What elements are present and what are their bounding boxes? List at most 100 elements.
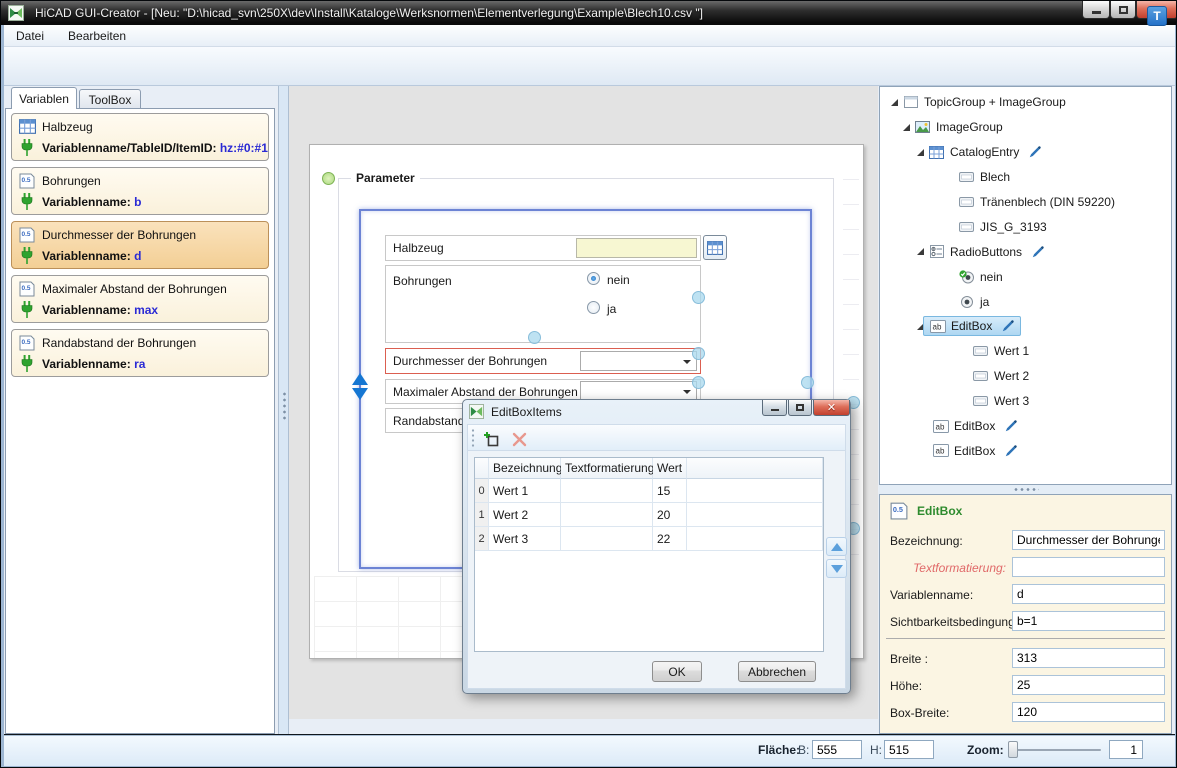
- prop-input-breite[interactable]: [1012, 648, 1165, 668]
- tree-expander-icon[interactable]: [914, 148, 926, 157]
- splitter-grip[interactable]: [1013, 487, 1039, 492]
- tree-item-wert2[interactable]: Wert 2: [880, 364, 1171, 389]
- cell-wert[interactable]: 22: [653, 527, 687, 551]
- table-row[interactable]: 2 Wert 3 22: [475, 527, 823, 551]
- prop-input-variablenname[interactable]: [1012, 584, 1165, 604]
- radio-nein[interactable]: [587, 272, 600, 285]
- tree-item-wert3[interactable]: Wert 3: [880, 389, 1171, 414]
- cell-filler: [687, 503, 823, 527]
- add-row-button[interactable]: [480, 428, 502, 450]
- selection-handle[interactable]: [692, 347, 705, 360]
- dialog-maximize-button[interactable]: [788, 400, 812, 416]
- edit-pencil-icon[interactable]: [1028, 145, 1042, 159]
- column-header-textformatierung[interactable]: Textformatierung: [561, 458, 653, 479]
- variable-card-halbzeug[interactable]: Halbzeug Variablenname/TableID/ItemID: h…: [11, 113, 269, 161]
- dialog-title-bar[interactable]: EditBoxItems: [469, 404, 562, 419]
- zoom-value-input[interactable]: [1109, 740, 1143, 759]
- items-table[interactable]: Bezeichnung Textformatierung Wert 0 Wert…: [474, 457, 824, 652]
- halbzeug-input[interactable]: [576, 238, 697, 258]
- variable-card-max-abstand[interactable]: 0.5 Maximaler Abstand der Bohrungen Vari…: [11, 275, 269, 323]
- form-row-bohrungen[interactable]: Bohrungen: [385, 265, 701, 343]
- table-row[interactable]: 1 Wert 2 20: [475, 503, 823, 527]
- tree-item-editbox-selected[interactable]: ab EditBox: [880, 314, 1171, 339]
- zoom-slider-track[interactable]: [1009, 749, 1101, 751]
- tree-item-editbox2[interactable]: ab EditBox: [880, 414, 1171, 439]
- tree-item-catalogentry[interactable]: CatalogEntry: [880, 140, 1171, 165]
- selection-handle[interactable]: [692, 376, 705, 389]
- tree-item-wert1[interactable]: Wert 1: [880, 339, 1171, 364]
- svg-text:ab: ab: [935, 447, 944, 456]
- tab-toolbox[interactable]: ToolBox: [79, 89, 141, 109]
- maximize-button[interactable]: [1110, 1, 1136, 19]
- tree-item-jis[interactable]: JIS_G_3193: [880, 214, 1171, 239]
- menu-datei[interactable]: Datei: [4, 25, 56, 46]
- durchmesser-combobox[interactable]: [580, 351, 697, 371]
- cell-textformatierung[interactable]: [561, 527, 653, 551]
- left-splitter[interactable]: [278, 86, 289, 734]
- tab-variablen[interactable]: Variablen: [11, 87, 77, 109]
- group-move-handle[interactable]: [322, 172, 335, 185]
- prop-input-hoehe[interactable]: [1012, 675, 1165, 695]
- cell-wert[interactable]: 20: [653, 503, 687, 527]
- table-row[interactable]: 0 Wert 1 15: [475, 479, 823, 503]
- tree-item-editbox3[interactable]: ab EditBox: [880, 438, 1171, 463]
- cell-bezeichnung[interactable]: Wert 2: [489, 503, 561, 527]
- variable-card-randabstand[interactable]: 0.5 Randabstand der Bohrungen Variablenn…: [11, 329, 269, 377]
- edit-pencil-icon[interactable]: [1004, 444, 1018, 458]
- tree-item-topicgroup[interactable]: TopicGroup + ImageGroup: [880, 90, 1171, 115]
- cell-textformatierung[interactable]: [561, 479, 653, 503]
- tree-item-blech[interactable]: Blech: [880, 165, 1171, 190]
- prop-input-sichtbarkeit[interactable]: [1012, 611, 1165, 631]
- selection-handle[interactable]: [692, 291, 705, 304]
- toolbar-grip[interactable]: [471, 428, 475, 448]
- menu-bearbeiten[interactable]: Bearbeiten: [56, 25, 138, 46]
- tree-item-label: EditBox: [954, 444, 995, 458]
- flaeche-b-input[interactable]: [812, 740, 862, 759]
- splitter-grip[interactable]: [282, 391, 287, 421]
- tree-item-imagegroup[interactable]: ImageGroup: [880, 115, 1171, 140]
- delete-row-button[interactable]: [508, 428, 530, 450]
- prop-input-bezeichnung[interactable]: [1012, 530, 1165, 550]
- selection-handle[interactable]: [801, 376, 814, 389]
- catalog-table-icon: [928, 146, 945, 159]
- tree-item-ja[interactable]: ja: [880, 289, 1171, 314]
- reorder-arrows[interactable]: [352, 373, 368, 400]
- dialog-minimize-button[interactable]: [762, 400, 787, 416]
- tree-item-traenenblech[interactable]: Tränenblech (DIN 59220): [880, 190, 1171, 215]
- tree-expander-icon[interactable]: [888, 98, 900, 107]
- variable-card-bohrungen[interactable]: 0.5 Bohrungen Variablenname: b: [11, 167, 269, 215]
- cancel-button[interactable]: Abbrechen: [738, 661, 816, 682]
- tree-expander-icon[interactable]: [914, 247, 926, 256]
- edit-pencil-icon[interactable]: [1004, 419, 1018, 433]
- tree-expander-icon[interactable]: [900, 123, 912, 132]
- catalog-table-button[interactable]: [703, 235, 727, 260]
- column-header-wert[interactable]: Wert: [653, 458, 687, 479]
- column-header-bezeichnung[interactable]: Bezeichnung: [489, 458, 561, 479]
- variable-card-durchmesser[interactable]: 0.5 Durchmesser der Bohrungen Variablenn…: [11, 221, 269, 269]
- prop-input-box-breite[interactable]: [1012, 702, 1165, 722]
- edit-pencil-icon[interactable]: [1001, 319, 1015, 333]
- minimize-button[interactable]: [1082, 1, 1110, 19]
- right-splitter[interactable]: [879, 485, 1172, 494]
- tree-item-radiobuttons[interactable]: RadioButtons: [880, 239, 1171, 264]
- selected-tree-item[interactable]: ab EditBox: [923, 316, 1021, 336]
- move-row-down-button[interactable]: [826, 559, 847, 578]
- prop-input-textformatierung[interactable]: [1012, 557, 1165, 577]
- dialog-close-button[interactable]: ✕: [813, 400, 850, 416]
- editboxitems-dialog[interactable]: EditBoxItems ✕ Bezeichn: [462, 399, 851, 694]
- move-row-up-button[interactable]: [826, 537, 847, 556]
- cell-textformatierung[interactable]: [561, 503, 653, 527]
- edit-pencil-icon[interactable]: [1031, 245, 1045, 259]
- cell-bezeichnung[interactable]: Wert 1: [489, 479, 561, 503]
- radio-ja[interactable]: [587, 301, 600, 314]
- zoom-slider-thumb[interactable]: [1008, 741, 1018, 758]
- text-mode-button[interactable]: T: [1147, 6, 1167, 26]
- tree-item-nein[interactable]: nein: [880, 264, 1171, 289]
- max-abstand-combobox[interactable]: [580, 381, 697, 401]
- flaeche-h-input[interactable]: [884, 740, 934, 759]
- selection-handle[interactable]: [528, 331, 541, 344]
- cell-bezeichnung[interactable]: Wert 3: [489, 527, 561, 551]
- cell-wert[interactable]: 15: [653, 479, 687, 503]
- ok-button[interactable]: OK: [652, 661, 702, 682]
- title-bar[interactable]: HiCAD GUI-Creator - [Neu: "D:\hicad_svn\…: [1, 1, 1177, 25]
